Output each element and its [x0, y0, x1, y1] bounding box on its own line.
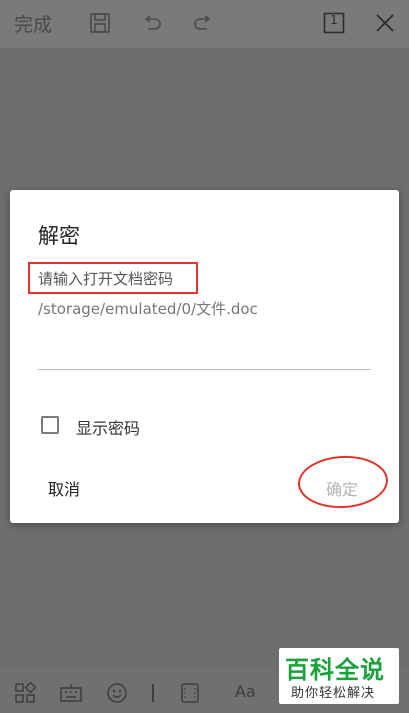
- show-password-checkbox[interactable]: [41, 416, 59, 434]
- toolbar-divider: [152, 684, 154, 702]
- file-path: /storage/emulated/0/文件.doc: [38, 300, 258, 318]
- page-number: 1: [330, 13, 338, 27]
- watermark-title: 百科全说: [285, 656, 385, 684]
- undo-icon[interactable]: [139, 10, 165, 36]
- watermark-subtitle: 助你轻松解决: [291, 686, 376, 701]
- password-prompt: 请输入打开文档密码: [38, 270, 174, 288]
- done-button[interactable]: 完成: [14, 10, 52, 37]
- redo-icon[interactable]: [190, 10, 216, 36]
- emoji-icon[interactable]: [106, 682, 128, 704]
- grid-icon[interactable]: [14, 681, 37, 704]
- text-style-icon[interactable]: Aa: [235, 682, 256, 701]
- keyboard-icon[interactable]: [59, 682, 82, 704]
- password-input[interactable]: [38, 330, 371, 370]
- top-toolbar: 完成 1: [0, 0, 409, 48]
- cancel-button[interactable]: 取消: [48, 476, 80, 500]
- dialog-title: 解密: [38, 224, 80, 248]
- confirm-button[interactable]: 确定: [326, 476, 358, 500]
- close-icon[interactable]: [372, 10, 398, 36]
- save-icon[interactable]: [87, 10, 113, 36]
- page-count-icon[interactable]: 1: [321, 10, 347, 36]
- decrypt-dialog: 解密 请输入打开文档密码 /storage/emulated/0/文件.doc …: [10, 190, 399, 523]
- watermark-logo: 百科全说 助你轻松解决: [279, 648, 399, 704]
- frame-icon[interactable]: [179, 682, 201, 704]
- show-password-label[interactable]: 显示密码: [76, 415, 140, 439]
